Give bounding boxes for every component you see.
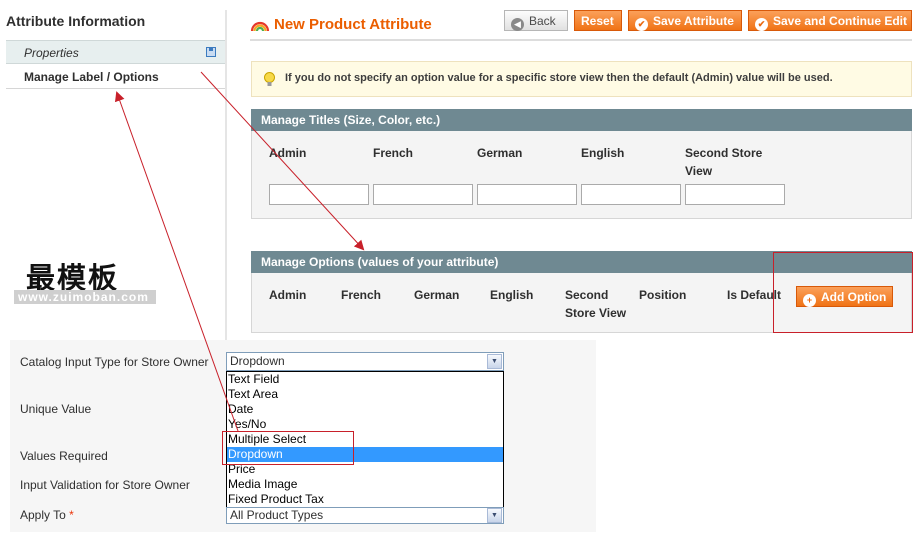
save-attribute-button[interactable]: ✔ Save Attribute xyxy=(628,10,742,31)
input-type-value: Dropdown xyxy=(230,354,285,368)
watermark-url: www.zuimoban.com xyxy=(14,290,156,304)
lightbulb-icon xyxy=(264,72,275,86)
label-values-required: Values Required xyxy=(20,449,108,463)
label-apply-to: Apply To * xyxy=(20,506,74,524)
header-divider xyxy=(250,39,912,41)
apply-to-select[interactable]: All Product Types ▼ xyxy=(226,507,504,524)
options-col-second-store-view: Second Store View xyxy=(565,288,627,320)
save-continue-label: Save and Continue Edit xyxy=(773,14,908,28)
tab-manage-label-options[interactable]: Manage Label / Options xyxy=(6,65,226,89)
save-and-continue-button[interactable]: ✔ Save and Continue Edit xyxy=(748,10,912,31)
save-attribute-label: Save Attribute xyxy=(653,14,734,28)
options-col-french: French xyxy=(341,288,382,302)
options-col-german: German xyxy=(414,288,460,302)
option-yes-no[interactable]: Yes/No xyxy=(227,417,503,432)
reset-button[interactable]: Reset xyxy=(574,10,622,31)
back-button[interactable]: ◀ Back xyxy=(504,10,568,31)
option-text-field[interactable]: Text Field xyxy=(227,372,503,387)
dropdown-arrow-icon[interactable]: ▼ xyxy=(487,354,502,369)
rainbow-icon xyxy=(250,21,270,32)
dropdown-arrow-icon[interactable]: ▼ xyxy=(487,508,502,523)
reset-button-label: Reset xyxy=(581,14,614,28)
back-button-label: Back xyxy=(529,14,556,28)
titles-col-french: French xyxy=(373,146,414,160)
label-input-type: Catalog Input Type for Store Owner xyxy=(20,355,209,369)
apply-to-text: Apply To xyxy=(20,508,66,522)
title-input-french[interactable] xyxy=(373,184,473,205)
notice-text: If you do not specify an option value fo… xyxy=(285,72,833,84)
option-date[interactable]: Date xyxy=(227,402,503,417)
title-input-english[interactable] xyxy=(581,184,681,205)
option-media-image[interactable]: Media Image xyxy=(227,477,503,492)
titles-col-english: English xyxy=(581,146,625,160)
checkmark-icon: ✔ xyxy=(635,18,648,31)
titles-col-admin: Admin xyxy=(269,146,307,160)
apply-to-value: All Product Types xyxy=(230,508,324,522)
tab-properties-label: Properties xyxy=(24,46,79,60)
input-type-select[interactable]: Dropdown ▼ xyxy=(226,352,504,371)
manage-titles-heading: Manage Titles (Size, Color, etc.) xyxy=(251,109,912,131)
title-input-second-store-view[interactable] xyxy=(685,184,785,205)
options-col-position: Position xyxy=(639,288,687,302)
options-col-admin: Admin xyxy=(269,288,307,302)
notice-message: If you do not specify an option value fo… xyxy=(251,61,912,97)
label-input-validation: Input Validation for Store Owner xyxy=(20,478,190,492)
sidebar-title: Attribute Information xyxy=(6,13,146,29)
option-text-area[interactable]: Text Area xyxy=(227,387,503,402)
annotation-box-multiselect-dropdown xyxy=(222,431,354,465)
floppy-disk-icon xyxy=(206,47,216,57)
title-input-german[interactable] xyxy=(477,184,577,205)
option-fixed-product-tax[interactable]: Fixed Product Tax xyxy=(227,492,503,507)
title-input-admin[interactable] xyxy=(269,184,369,205)
sidebar-divider xyxy=(225,10,227,340)
annotation-box-add-option xyxy=(773,252,913,333)
back-arrow-icon: ◀ xyxy=(511,18,524,31)
page-title: New Product Attribute xyxy=(274,16,432,33)
titles-col-german: German xyxy=(477,146,523,160)
tab-manage-label: Manage Label / Options xyxy=(24,70,159,84)
required-mark: * xyxy=(69,508,74,522)
tab-properties[interactable]: Properties xyxy=(6,40,226,64)
options-col-english: English xyxy=(490,288,534,302)
label-unique-value: Unique Value xyxy=(20,402,92,416)
sidebar-tabs: Properties Manage Label / Options xyxy=(6,40,226,96)
checkmark-icon: ✔ xyxy=(755,18,768,31)
titles-col-second-store-view: Second Store View xyxy=(685,146,763,178)
